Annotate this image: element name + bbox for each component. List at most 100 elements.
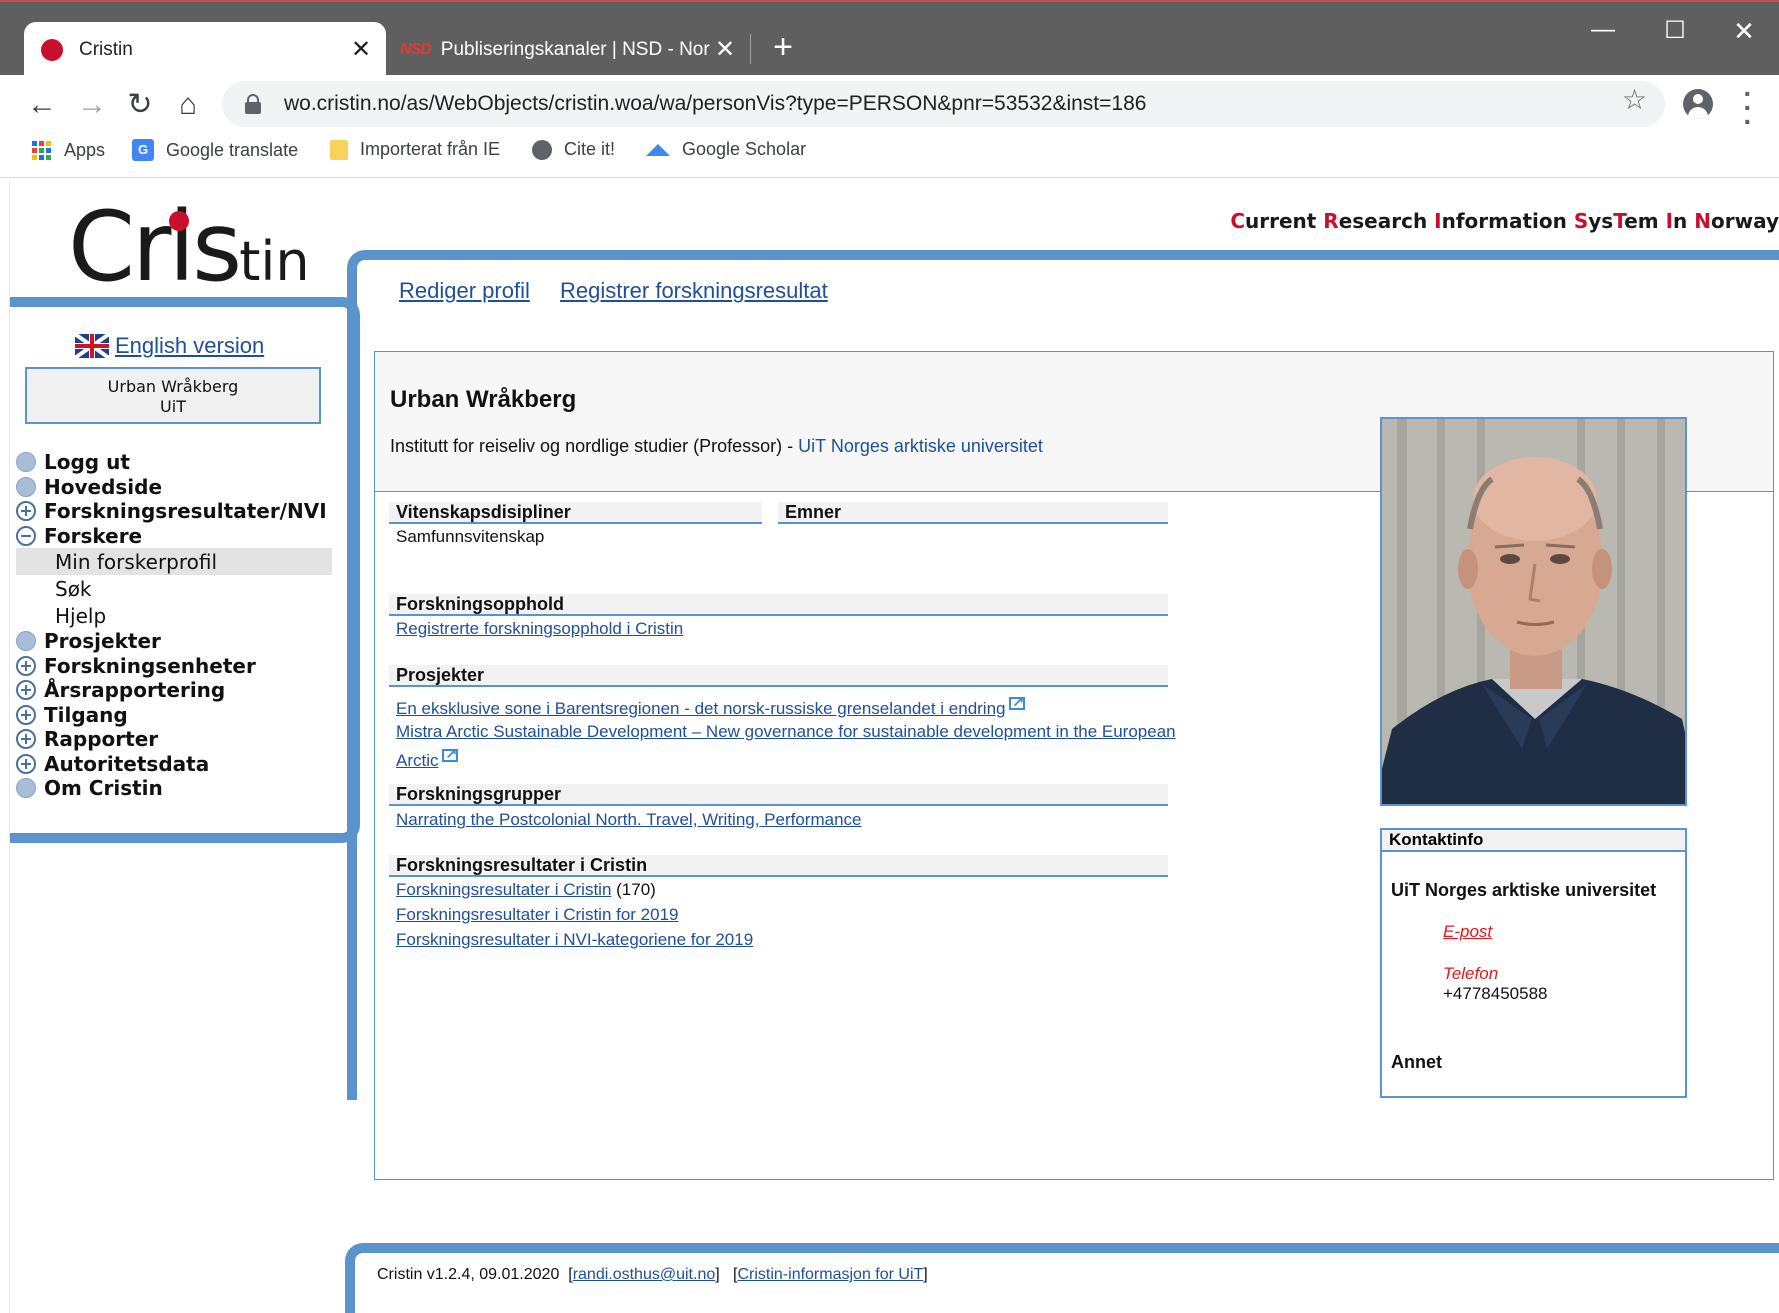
resultat-2019-link[interactable]: Forskningsresultater i Cristin for 2019 xyxy=(396,905,679,925)
menu-label: Årsrapportering xyxy=(44,678,226,703)
menu-forskningsresultater-nvi[interactable]: Forskningsresultater/NVI xyxy=(16,499,338,524)
vitenskapsdisiplin-value: Samfunnsvitenskap xyxy=(396,527,545,546)
bookmark-label: Importerat från IE xyxy=(360,139,501,159)
resultat-item[interactable]: Forskningsresultater i Cristin (170) xyxy=(396,880,656,900)
bullet-icon xyxy=(16,631,36,652)
reload-icon[interactable]: ↻ xyxy=(120,85,160,125)
folder-icon xyxy=(330,139,348,160)
english-version-label[interactable]: English version xyxy=(115,333,264,359)
cristin-favicon-icon xyxy=(41,38,63,61)
bookmark-cite-it[interactable]: Cite it! xyxy=(532,139,615,160)
window-edge xyxy=(0,179,10,1313)
external-link-icon[interactable] xyxy=(1008,693,1025,710)
prosjekt-link[interactable]: Arctic xyxy=(396,751,439,770)
close-tab-icon[interactable]: ✕ xyxy=(346,35,376,64)
collapse-minus-icon[interactable] xyxy=(16,525,36,546)
sidebar: English version Urban Wråkberg UiT Logg … xyxy=(10,297,360,843)
menu-hjelp[interactable]: Hjelp xyxy=(16,602,338,629)
tagline-segment: R xyxy=(1323,209,1339,233)
minimize-icon[interactable]: — xyxy=(1583,16,1623,44)
footer-version: Cristin v1.2.4, 09.01.2020 xyxy=(377,1266,560,1283)
address-bar[interactable]: wo.cristin.no/as/WebObjects/cristin.woa/… xyxy=(222,81,1665,127)
kontaktinfo-heading: Kontaktinfo xyxy=(1382,830,1685,852)
person-name: Urban Wråkberg xyxy=(390,386,577,413)
bookmark-google-scholar[interactable]: Google Scholar xyxy=(646,139,806,160)
menu-label: Rapporter xyxy=(44,727,159,752)
lock-icon[interactable] xyxy=(244,94,262,114)
tagline-segment: I xyxy=(1665,209,1674,233)
close-tab-icon[interactable]: ✕ xyxy=(710,35,740,64)
tagline-segment: em xyxy=(1624,209,1666,233)
menu-hovedside[interactable]: Hovedside xyxy=(16,475,338,500)
prosjekt-link[interactable]: Mistra Arctic Sustainable Development – … xyxy=(396,722,1176,741)
uk-flag-icon xyxy=(75,334,109,358)
home-icon[interactable]: ⌂ xyxy=(168,85,208,125)
bookmark-importerat-fran-ie[interactable]: Importerat från IE xyxy=(330,139,500,160)
menu-label: Forskningsenheter xyxy=(44,653,256,678)
email-link[interactable]: E-post xyxy=(1443,922,1492,942)
menu-forskere[interactable]: Forskere xyxy=(16,524,338,549)
browser-menu-icon[interactable]: · · · xyxy=(1738,80,1758,136)
browser-tab-strip: Cristin ✕ NSD Publiseringskanaler | NSD … xyxy=(0,0,1779,77)
cristin-logo[interactable]: Cristin xyxy=(68,191,310,303)
tab-title: Publiseringskanaler | NSD - Norsk xyxy=(440,38,710,60)
registrer-forskningsresultat-link[interactable]: Registrer forskningsresultat xyxy=(560,278,828,303)
expand-plus-icon[interactable] xyxy=(16,655,36,676)
expand-plus-icon[interactable] xyxy=(16,680,36,701)
expand-plus-icon[interactable] xyxy=(16,501,36,522)
forskningsgruppe-link[interactable]: Narrating the Postcolonial North. Travel… xyxy=(396,810,862,830)
forskningsopphold-link[interactable]: Registrerte forskningsopphold i Cristin xyxy=(396,619,683,639)
menu-sok[interactable]: Søk xyxy=(16,575,338,602)
account-icon[interactable] xyxy=(1683,89,1713,119)
window-close-icon[interactable]: ✕ xyxy=(1724,16,1764,47)
menu-forskningsenheter[interactable]: Forskningsenheter xyxy=(16,654,338,679)
new-tab-icon[interactable]: + xyxy=(768,30,798,64)
menu-autoritetsdata[interactable]: Autoritetsdata xyxy=(16,752,338,777)
tagline-segment: N xyxy=(1694,209,1711,233)
bookmark-label: Cite it! xyxy=(564,139,616,159)
expand-plus-icon[interactable] xyxy=(16,753,36,774)
bookmark-google-translate[interactable]: G Google translate xyxy=(132,139,298,161)
menu-label: Søk xyxy=(55,576,92,601)
forward-arrow-icon[interactable]: → xyxy=(72,85,112,125)
profile-actions: Rediger profil Registrer forskningsresul… xyxy=(399,278,852,304)
affiliation-link[interactable]: UiT Norges arktiske universitet xyxy=(798,436,1043,456)
footer-info-link[interactable]: Cristin-informasjon for UiT xyxy=(737,1266,923,1283)
menu-label: Forskere xyxy=(44,523,143,548)
url-text[interactable]: wo.cristin.no/as/WebObjects/cristin.woa/… xyxy=(284,92,1146,116)
prosjekt-link[interactable]: En eksklusive sone i Barentsregionen - d… xyxy=(396,699,1006,718)
bookmark-star-icon[interactable]: ☆ xyxy=(1622,83,1647,116)
english-version-link[interactable]: English version xyxy=(75,333,264,359)
tab-nsd[interactable]: NSD Publiseringskanaler | NSD - Norsk ✕ xyxy=(390,22,750,77)
menu-om-cristin[interactable]: Om Cristin xyxy=(16,776,338,801)
expand-plus-icon[interactable] xyxy=(16,729,36,750)
telefon-label: Telefon xyxy=(1443,964,1499,983)
tagline-segment: nformation xyxy=(1441,209,1574,233)
emner-heading: Emner xyxy=(778,502,1168,524)
expand-plus-icon[interactable] xyxy=(16,704,36,725)
resultat-nvi-2019-link[interactable]: Forskningsresultater i NVI-kategoriene f… xyxy=(396,930,753,950)
prosjekt-item[interactable]: En eksklusive sone i Barentsregionen - d… xyxy=(396,693,1025,719)
menu-prosjekter[interactable]: Prosjekter xyxy=(16,629,338,654)
menu-logg-ut[interactable]: Logg ut xyxy=(16,450,338,475)
footer-email-link[interactable]: randi.osthus@uit.no xyxy=(573,1266,716,1283)
maximize-icon[interactable]: ☐ xyxy=(1655,16,1695,45)
menu-tilgang[interactable]: Tilgang xyxy=(16,703,338,728)
kontaktinfo-box: Kontaktinfo UiT Norges arktiske universi… xyxy=(1380,828,1687,1098)
menu-arsrapportering[interactable]: Årsrapportering xyxy=(16,678,338,703)
tab-cristin[interactable]: Cristin ✕ xyxy=(24,22,386,77)
prosjekt-item[interactable]: Arctic xyxy=(396,745,458,771)
rediger-profil-link[interactable]: Rediger profil xyxy=(399,278,530,303)
forskningsopphold-heading: Forskningsopphold xyxy=(389,594,1168,616)
bookmark-apps[interactable]: Apps xyxy=(30,139,105,161)
tagline-segment: ys xyxy=(1588,209,1614,233)
menu-rapporter[interactable]: Rapporter xyxy=(16,727,338,752)
bookmark-label: Google translate xyxy=(166,139,299,160)
prosjekt-item[interactable]: Mistra Arctic Sustainable Development – … xyxy=(396,722,1176,742)
external-link-icon[interactable] xyxy=(441,745,458,762)
prosjekter-heading: Prosjekter xyxy=(389,665,1168,687)
back-arrow-icon[interactable]: ← xyxy=(22,85,62,125)
forskningsgrupper-heading: Forskningsgrupper xyxy=(389,784,1168,806)
resultat-link[interactable]: Forskningsresultater i Cristin xyxy=(396,880,611,899)
menu-min-forskerprofil[interactable]: Min forskerprofil xyxy=(16,548,332,575)
